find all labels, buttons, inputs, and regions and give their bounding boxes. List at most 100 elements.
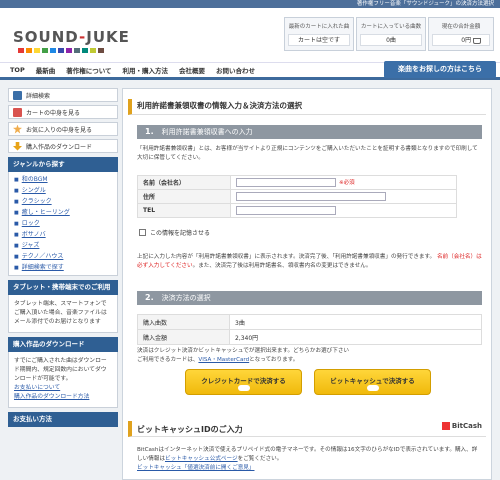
section-2-title: 決済方法の選択	[161, 294, 211, 302]
payment-note-2: ご利用できるカードは、VISA・MasterCardとなっております。	[137, 357, 299, 363]
section-1-title: 利用許諾書兼領収書への入力	[161, 128, 253, 136]
address-input[interactable]	[236, 192, 386, 201]
bitcash-logo: BitCash	[441, 422, 482, 430]
genre-link[interactable]: ジャズ	[14, 240, 112, 251]
download-method-link[interactable]: 購入作品のダウンロード方法	[14, 393, 112, 402]
recent-cart-box: 最新のカートに入れた曲 カートは空です	[284, 17, 354, 51]
bitcash-heading: ビットキャッシュIDのご入力 BitCash	[128, 421, 486, 437]
cart-total-box: 現在の合計金額 0円	[428, 17, 494, 51]
genre-link[interactable]: テクノ／ハウス	[14, 251, 112, 262]
advanced-search-label: 詳細検索	[26, 92, 51, 100]
remember-label: この情報を記憶させる	[150, 230, 211, 237]
intro-text: 「利用許諾書兼領収書」とは、お客様が当サイトより正規にコンテンツをご購入いただい…	[137, 146, 478, 161]
count-label: 購入曲数	[137, 314, 230, 330]
payment-method-heading: お支払い方法	[8, 412, 118, 427]
name-cell: ※必須	[230, 175, 457, 190]
tel-cell	[230, 203, 457, 218]
section-2-number: 2.	[145, 293, 154, 302]
genre-heading: ジャンルから探す	[8, 157, 118, 172]
nav-how-to-buy[interactable]: 利用・購入方法	[123, 65, 169, 75]
name-input[interactable]	[236, 178, 336, 187]
logo-bar	[58, 48, 64, 53]
site-logo[interactable]: SOUND-JUKE	[13, 28, 130, 46]
bitcash-pay-label: ビットキャッシュで決済する	[330, 377, 415, 385]
download-purchases-button[interactable]: 購入作品のダウンロード	[8, 139, 118, 153]
logo-bar	[74, 48, 80, 53]
cart-count-value: 0曲	[360, 34, 422, 46]
genre-link[interactable]: 和のBGM	[14, 174, 112, 185]
tel-input[interactable]	[236, 206, 336, 215]
bitcash-official-link[interactable]: ビットキャッシュ公式ページ	[165, 456, 238, 462]
download-icon	[13, 141, 22, 151]
bitcash-opinion-link[interactable]: ビットキャッシュ「値選決済前に開くご意見」	[137, 465, 254, 471]
logo-bar	[82, 48, 88, 53]
tablet-heading: タブレット・携帯端末でのご利用	[8, 280, 118, 295]
notice-line2: 。また、決済完了後は利用許諾書名、領収書内名の変更はできません。	[192, 263, 372, 269]
section-1-number: 1.	[145, 127, 154, 136]
logo-bar	[42, 48, 48, 53]
remember-checkbox-row[interactable]: この情報を記憶させる	[139, 228, 210, 237]
name-label: 名前（会社名）	[137, 175, 231, 190]
arrow-icon	[366, 385, 379, 391]
nav-top[interactable]: TOP	[10, 66, 25, 74]
bitcash-logo-icon	[441, 422, 450, 430]
genre-link[interactable]: ロック	[14, 218, 112, 229]
nav-company[interactable]: 会社概要	[179, 65, 205, 75]
recent-cart-value: カートは空です	[288, 34, 350, 46]
top-bar: 著作権フリー音楽「サウンドジューク」の決済方法選択	[0, 0, 500, 8]
genre-link[interactable]: ボサノバ	[14, 229, 112, 240]
cart-total-title: 現在の合計金額	[441, 24, 481, 30]
magnifier-icon	[13, 90, 22, 100]
nav-latest[interactable]: 最新曲	[36, 65, 56, 75]
main-content: 利用許諾書兼領収書の情報入力＆決済方法の選択 1. 利用許諾書兼領収書への入力 「…	[122, 88, 492, 480]
download-purchases-label: 購入作品のダウンロード	[26, 143, 93, 151]
purchase-summary-table: 購入曲数 3曲 購入金額 2,340円	[137, 314, 482, 345]
payment-info-link[interactable]: お支払いについて	[14, 384, 112, 393]
payment-note-1: 決済はクレジット決済かビットキャッシュでが選択出来ます。どちらかお選び下さい	[137, 348, 350, 354]
music-search-button[interactable]: 楽曲をお探しの方はこちら	[384, 61, 496, 78]
cart-count-title: カートに入っている曲数	[360, 24, 422, 30]
nav-contact[interactable]: お問い合わせ	[216, 65, 255, 75]
advanced-search-button[interactable]: 詳細検索	[8, 88, 118, 102]
nav-copyright[interactable]: 著作権について	[66, 65, 111, 75]
genre-link[interactable]: 癒し・ヒーリング	[14, 207, 112, 218]
logo-bar	[90, 48, 96, 53]
genre-link[interactable]: 詳細検索で探す	[14, 262, 112, 273]
sidebar: 詳細検索 カートの中身を見る お気に入りの中身を見る 購入作品のダウンロード ジ…	[8, 88, 118, 427]
bitcash-pay-button[interactable]: ビットキャッシュで決済する	[314, 369, 431, 395]
credit-card-pay-button[interactable]: クレジットカードで決済する	[185, 369, 302, 395]
logo-bar	[50, 48, 56, 53]
view-cart-button[interactable]: カートの中身を見る	[8, 105, 118, 119]
payment-buttons-area: クレジットカードで決済する ビットキャッシュで決済する	[179, 366, 444, 402]
view-favorites-label: お気に入りの中身を見る	[26, 126, 93, 134]
genre-link[interactable]: クラシック	[14, 196, 112, 207]
logo-part1: SOUND	[13, 28, 80, 46]
bitcash-heading-text: ビットキャッシュIDのご入力	[137, 425, 243, 434]
purchase-count-row: 購入曲数 3曲	[137, 314, 482, 330]
address-label: 住所	[137, 189, 231, 204]
payment-note: 決済はクレジット決済かビットキャッシュでが選択出来ます。どちらかお選び下さい ご…	[137, 347, 482, 365]
view-favorites-button[interactable]: お気に入りの中身を見る	[8, 122, 118, 136]
cart-icon[interactable]	[473, 37, 481, 44]
cart-icon	[13, 107, 22, 117]
genre-link[interactable]: シングル	[14, 185, 112, 196]
form-row-address: 住所	[137, 189, 457, 204]
credit-card-pay-label: クレジットカードで決済する	[201, 377, 286, 385]
license-form: 名前（会社名） ※必須 住所 TEL	[137, 175, 457, 218]
count-value: 3曲	[229, 314, 482, 330]
logo-bar	[34, 48, 40, 53]
logo-bar	[26, 48, 32, 53]
notice-text: 上記に入力した内容が「利用許諾書兼領収書」に表示されます。決済完了後、「利用許諾…	[137, 253, 482, 271]
remember-checkbox[interactable]	[139, 229, 146, 236]
amount-label: 購入金額	[137, 329, 230, 345]
card-brands-link[interactable]: VISA・MasterCard	[198, 357, 249, 363]
notice-line1: 上記に入力した内容が「利用許諾書兼領収書」に表示されます。決済完了後、「利用許諾…	[137, 254, 436, 260]
logo-bar	[98, 48, 104, 53]
download-heading: 購入作品のダウンロード	[8, 337, 118, 352]
purchase-amount-row: 購入金額 2,340円	[137, 329, 482, 345]
genre-list: 和のBGMシングルクラシック癒し・ヒーリングロックボサノバジャズテクノ／ハウス詳…	[8, 172, 118, 276]
recent-cart-title: 最新のカートに入れた曲	[288, 24, 350, 30]
arrow-icon	[237, 385, 250, 391]
site-header: SOUND-JUKE 最新のカートに入れた曲 カートは空です カートに入っている…	[0, 8, 500, 62]
download-info: すでにご購入された曲はダウンロード期間内、規定回数内においてダウンロードが可能で…	[8, 352, 118, 408]
